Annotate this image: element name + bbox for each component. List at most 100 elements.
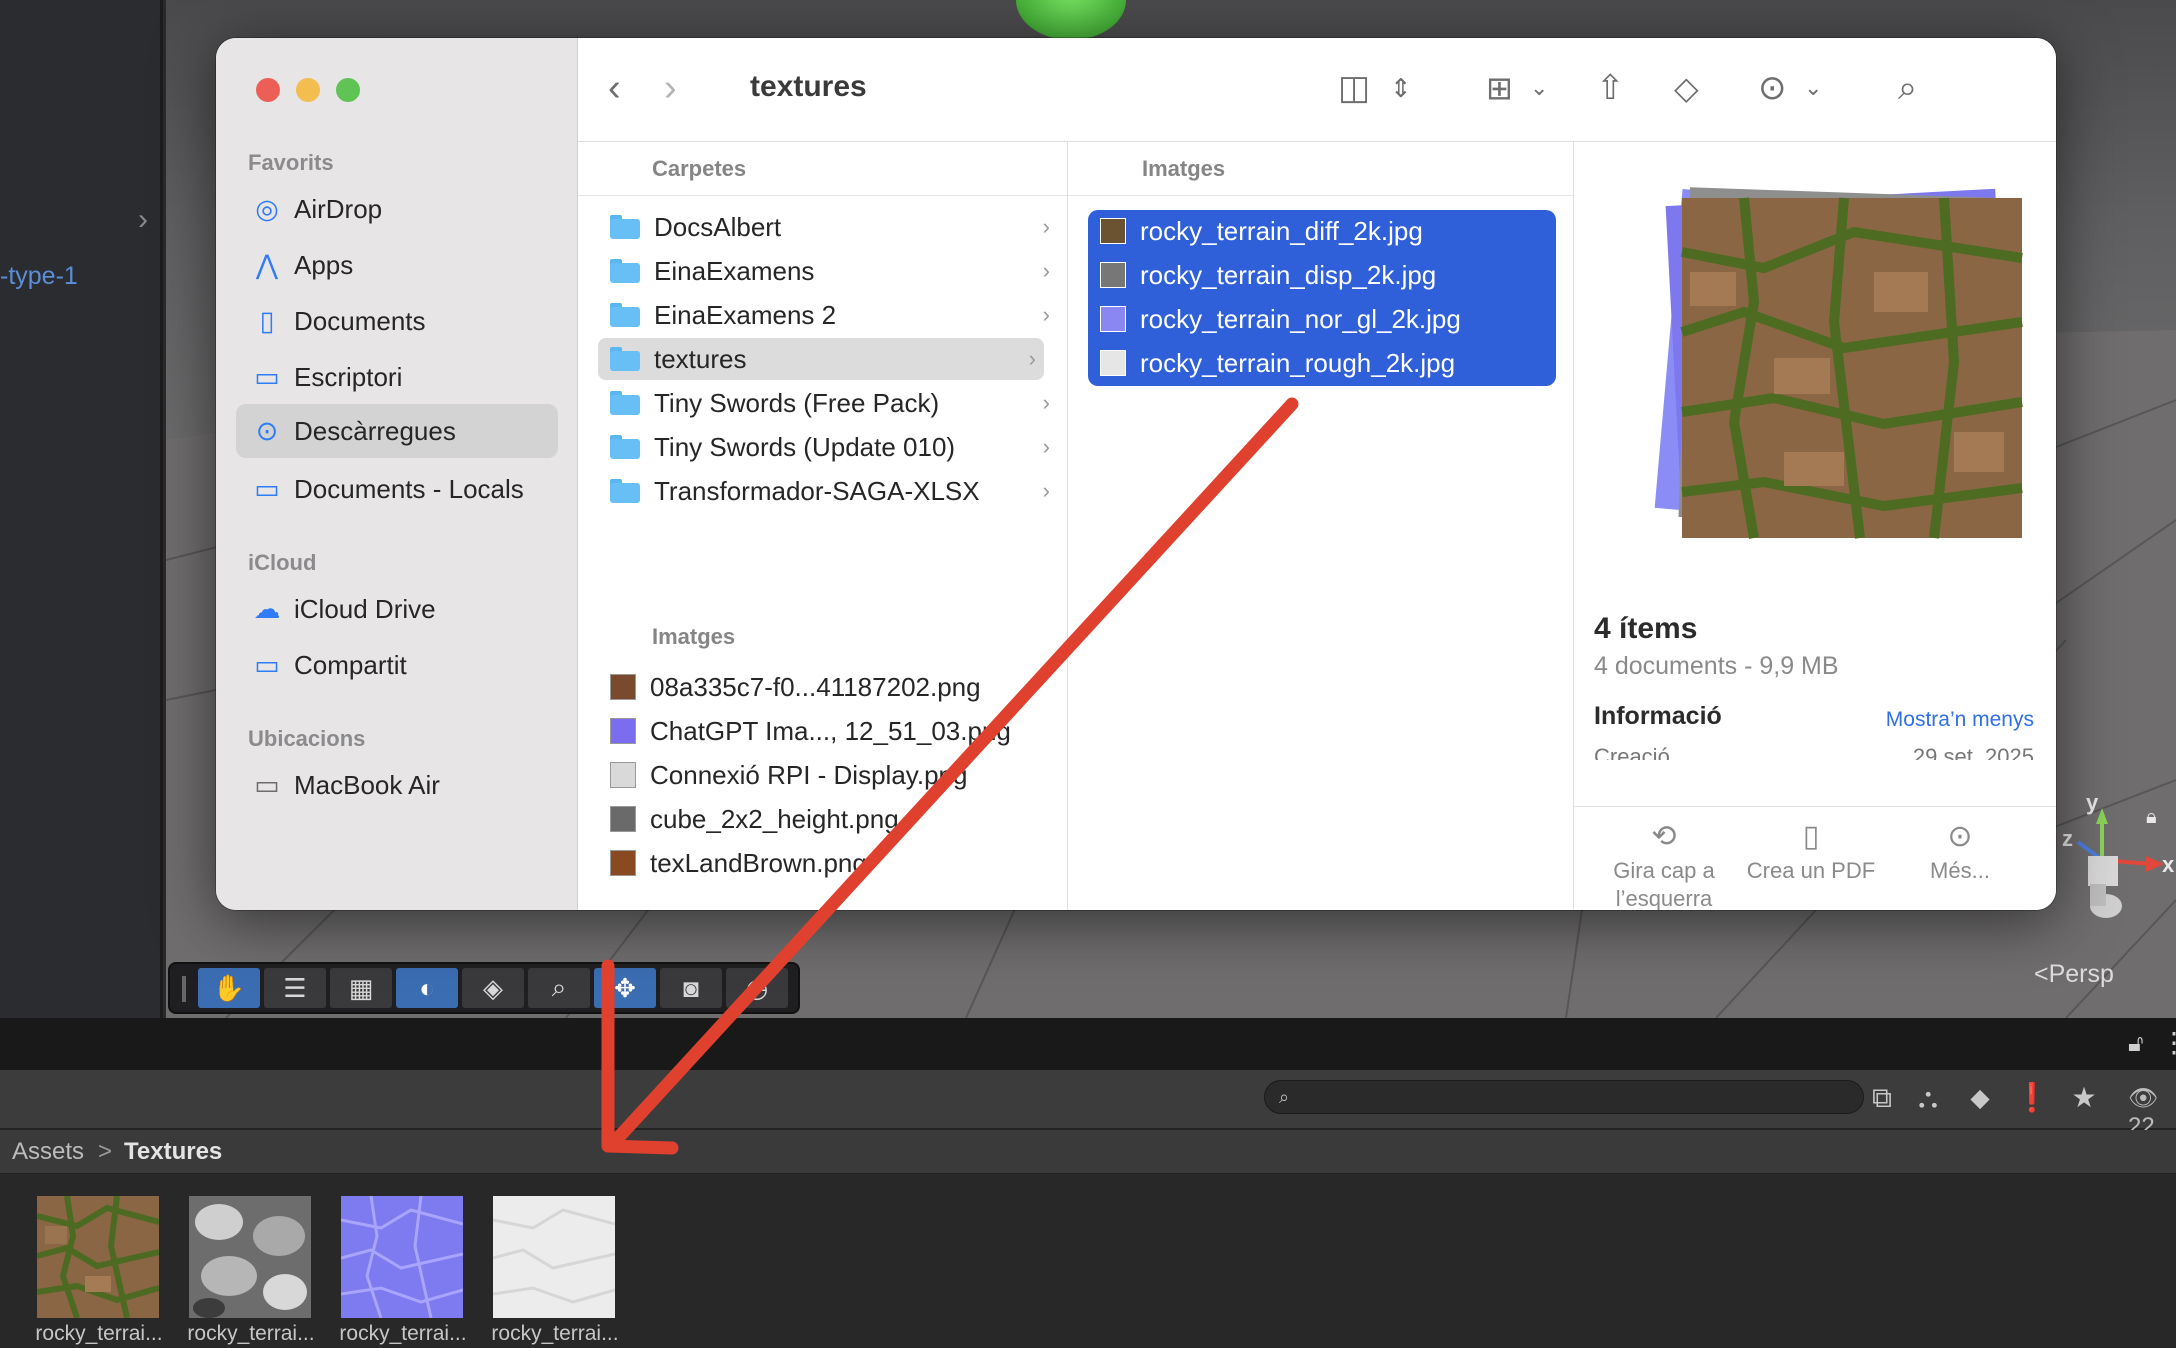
globe-tool-button[interactable]: ◐ bbox=[396, 968, 458, 1008]
asset-tile-roughness[interactable]: rocky_terrai... bbox=[470, 1178, 620, 1345]
toolbar-grip-icon[interactable] bbox=[182, 976, 186, 1002]
forward-chevron-icon[interactable]: › bbox=[664, 66, 677, 110]
folder-name: DocsAlbert bbox=[654, 211, 782, 242]
image-file-row[interactable]: cube_2x2_height.png bbox=[598, 798, 1058, 840]
sidebar-item-desktop[interactable]: ▭ Escriptori bbox=[236, 350, 558, 404]
folder-row[interactable]: Tiny Swords (Update 010) › bbox=[598, 426, 1058, 468]
layers-tool-button[interactable]: ◈ bbox=[462, 968, 524, 1008]
sidebar-item-macbook[interactable]: ▭ MacBook Air bbox=[236, 758, 558, 812]
tag-icon[interactable]: ◇ bbox=[1674, 66, 1699, 110]
file-name: cube_2x2_height.png bbox=[650, 803, 899, 834]
sidebar-section-locations: Ubicacions bbox=[248, 726, 366, 751]
view-options-chevron-icon[interactable]: ⇕ bbox=[1390, 66, 1412, 110]
show-less-link[interactable]: Mostra’n menys bbox=[1886, 708, 2034, 732]
chevron-down-icon[interactable]: ⌄ bbox=[1530, 66, 1548, 110]
folder-row[interactable]: Transformador-SAGA-XLSX › bbox=[598, 470, 1058, 512]
folder-row[interactable]: Tiny Swords (Free Pack) › bbox=[598, 382, 1058, 424]
texture-file-row[interactable]: rocky_terrain_disp_2k.jpg bbox=[1088, 254, 1556, 296]
sidebar-item-airdrop[interactable]: ◎ AirDrop bbox=[236, 182, 558, 236]
sliders-tool-button[interactable]: ☰ bbox=[264, 968, 326, 1008]
folder-name: Transformador-SAGA-XLSX bbox=[654, 475, 980, 506]
more-button[interactable]: ⊙ Més... bbox=[1900, 822, 2020, 885]
lock-icon[interactable]: 🔓︎ bbox=[2128, 1030, 2144, 1058]
airdrop-icon: ◎ bbox=[255, 193, 279, 224]
image-thumbnail bbox=[1100, 218, 1126, 244]
folder-name: Tiny Swords (Free Pack) bbox=[654, 387, 940, 418]
project-search-input[interactable]: ⌕ bbox=[1264, 1080, 1864, 1114]
eye-icon: 👁︎ bbox=[2128, 1085, 2159, 1112]
column-header-images: Imatges bbox=[652, 624, 736, 649]
creation-date-row: Creació 29 set. 2025 bbox=[1594, 744, 2034, 760]
create-pdf-button[interactable]: ▯ Crea un PDF bbox=[1746, 822, 1876, 885]
search-icon[interactable]: ⌕ bbox=[1898, 66, 1917, 110]
sidebar-item-documents-local[interactable]: ▭ Documents - Locals bbox=[236, 462, 558, 516]
folder-row[interactable]: DocsAlbert › bbox=[598, 206, 1058, 248]
column-view-icon[interactable]: ◫ bbox=[1338, 66, 1370, 110]
image-file-row[interactable]: 08a335c7-f0...41187202.png bbox=[598, 666, 1058, 708]
image-file-row[interactable]: texLandBrown.png bbox=[598, 842, 1058, 884]
selection-size: 4 documents - 9,9 MB bbox=[1594, 652, 1839, 680]
hand-tool-button[interactable]: ✋ bbox=[198, 968, 260, 1008]
sidebar-item-label: Documents - Locals bbox=[294, 473, 524, 504]
hierarchy-item-label[interactable]: -type-1 bbox=[0, 262, 78, 291]
sidebar-item-documents[interactable]: ▯ Documents bbox=[236, 294, 558, 348]
finder-window: Favorits ◎ AirDrop ⋀ Apps ▯ Documents ▭ … bbox=[216, 38, 2056, 910]
minimize-window-button[interactable] bbox=[296, 78, 320, 102]
sidebar-item-downloads[interactable]: ⊙ Descàrregues bbox=[236, 404, 558, 458]
folder-name: textures bbox=[654, 343, 747, 374]
sidebar-item-shared[interactable]: ▭ Compartit bbox=[236, 638, 558, 692]
sidebar-item-apps[interactable]: ⋀ Apps bbox=[236, 238, 558, 292]
folder-name: Tiny Swords (Update 010) bbox=[654, 431, 956, 462]
move-tool-button[interactable]: ✥ bbox=[594, 968, 656, 1008]
chevron-down-icon[interactable]: ⌄ bbox=[1804, 66, 1822, 110]
stacked-texture-preview bbox=[1654, 187, 2023, 539]
tag-icon[interactable]: ⬥ bbox=[1960, 1080, 2000, 1116]
breadcrumb-assets[interactable]: Assets bbox=[12, 1138, 84, 1166]
magnifier-tool-button[interactable]: ⌕ bbox=[528, 968, 590, 1008]
sidebar-section-icloud: iCloud bbox=[248, 550, 317, 575]
maximize-window-button[interactable] bbox=[336, 78, 360, 102]
asset-tile-diffuse[interactable]: rocky_terrai... bbox=[14, 1178, 164, 1345]
star-icon[interactable]: ★ bbox=[2064, 1080, 2104, 1116]
sidebar-item-label: iCloud Drive bbox=[294, 593, 436, 624]
orientation-gizmo[interactable]: y z x 🔒︎ bbox=[2050, 790, 2176, 940]
kebab-menu-icon[interactable]: ⋮ bbox=[2160, 1026, 2176, 1059]
more-actions-icon[interactable]: ⊙ bbox=[1758, 66, 1787, 110]
asset-tile-normal[interactable]: rocky_terrai... bbox=[318, 1178, 468, 1345]
camera-icon: ◙ bbox=[683, 972, 699, 1003]
chevron-right-icon[interactable]: › bbox=[138, 203, 148, 237]
camera-tool-button[interactable]: ◙ bbox=[660, 968, 722, 1008]
sliders-icon: ☰ bbox=[283, 972, 307, 1003]
sidebar-item-icloud-drive[interactable]: ☁︎ iCloud Drive bbox=[236, 582, 558, 636]
grid-tool-button[interactable]: ▦ bbox=[330, 968, 392, 1008]
rotate-left-button[interactable]: ⟲ Gira cap a l’esquerra bbox=[1594, 822, 1734, 911]
scene-toolbar: ✋ ☰ ▦ ◐ ◈ ⌕ ✥ ◙ ◷ bbox=[168, 962, 800, 1014]
close-window-button[interactable] bbox=[256, 78, 280, 102]
image-thumbnail bbox=[610, 850, 636, 876]
image-file-row[interactable]: Connexió RPI - Display.png bbox=[598, 754, 1058, 796]
perspective-label[interactable]: <Persp bbox=[2034, 960, 2114, 989]
layers-icon: ◈ bbox=[483, 972, 503, 1003]
folder-row[interactable]: EinaExamens › bbox=[598, 250, 1058, 292]
group-grid-icon[interactable]: ⊞ bbox=[1486, 66, 1513, 110]
file-name: rocky_terrain_nor_gl_2k.jpg bbox=[1140, 303, 1461, 334]
preview-pane: 4 ítems 4 documents - 9,9 MB Informació … bbox=[1574, 142, 2056, 910]
sidebar-item-label: AirDrop bbox=[294, 193, 383, 224]
search-by-type-icon[interactable]: ⧉ bbox=[1862, 1080, 1902, 1116]
clock-tool-button[interactable]: ◷ bbox=[726, 968, 788, 1008]
texture-file-row[interactable]: rocky_terrain_diff_2k.jpg bbox=[1088, 210, 1556, 252]
gizmo-lock-icon[interactable]: 🔒︎ bbox=[2146, 806, 2157, 829]
filter-by-type-icon[interactable]: ⛬ bbox=[1908, 1080, 1948, 1116]
warning-icon[interactable]: ❗ bbox=[2012, 1080, 2052, 1116]
share-icon[interactable]: ⇧ bbox=[1596, 66, 1625, 110]
folder-row-selected[interactable]: textures › bbox=[598, 338, 1044, 380]
asset-tile-displacement[interactable]: rocky_terrai... bbox=[166, 1178, 316, 1345]
back-chevron-icon[interactable]: ‹ bbox=[608, 66, 621, 110]
texture-file-row[interactable]: rocky_terrain_rough_2k.jpg bbox=[1088, 342, 1556, 384]
breadcrumb-textures[interactable]: Textures bbox=[124, 1138, 222, 1166]
column-header: Imatges bbox=[1068, 142, 1573, 196]
image-file-row[interactable]: ChatGPT Ima..., 12_51_03.png bbox=[598, 710, 1068, 752]
folder-row[interactable]: EinaExamens 2 › bbox=[598, 294, 1058, 336]
folder-icon: ▭ bbox=[254, 473, 280, 504]
texture-file-row[interactable]: rocky_terrain_nor_gl_2k.jpg bbox=[1088, 298, 1556, 340]
